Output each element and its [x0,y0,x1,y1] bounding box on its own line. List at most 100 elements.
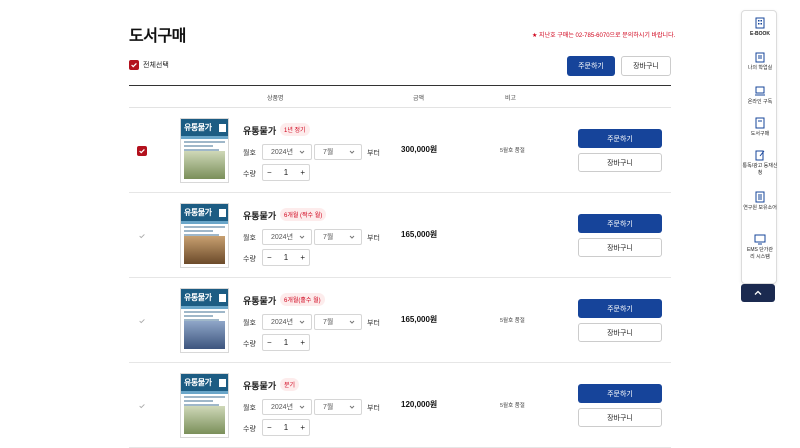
order-button[interactable]: 주문하기 [578,214,662,233]
qty-value[interactable]: 1 [284,168,288,177]
side-item-my-study[interactable]: 나의 학업실 [742,51,778,72]
month-select[interactable]: 7월 [314,144,362,160]
chevron-down-icon [349,150,355,154]
product-row: 유통물가 유통물가 6개월 (짝수 월) 월호 2024년 7월 부터 수량 −1 +165,00… [129,193,671,278]
side-label-institute: 연구원 보유소어 [743,205,777,211]
row-checkbox[interactable] [137,146,147,156]
month-select[interactable]: 7월 [314,399,362,415]
quick-menu: E-BOOK 나의 학업실 온라인 구독 도서구매 통독/광고 등재신청 연구원… [741,10,777,284]
quantity-stepper: − 1 + [262,419,310,436]
magazine-cover[interactable]: 유통물가 [180,118,229,183]
cart-button[interactable]: 장바구니 [578,408,662,427]
cover-volume-mark [219,293,226,302]
qty-decrease-button[interactable]: − [267,423,272,432]
month-select[interactable]: 7월 [314,314,362,330]
qty-decrease-button[interactable]: − [267,168,272,177]
cart-button[interactable]: 장바구니 [578,323,662,342]
side-item-institute[interactable]: 연구원 보유소어 [742,191,778,212]
product-price: 165,000원 [401,230,438,239]
year-value: 2024년 [271,149,294,156]
header-product: 상품명 [267,96,284,102]
quantity-stepper: − 1 + [262,164,310,181]
document-icon [755,191,765,203]
chevron-down-icon [299,405,305,409]
month-select[interactable]: 7월 [314,229,362,245]
cart-button[interactable]: 장바구니 [578,153,662,172]
product-name: 유통물가 [243,126,277,136]
scroll-top-button[interactable] [741,284,775,302]
qty-increase-button[interactable]: + [300,423,305,432]
product-name: 유통물가 [243,381,277,391]
row-checkbox[interactable] [137,316,147,326]
qty-label: 수량 [243,256,256,263]
book-icon [755,117,765,129]
qty-decrease-button[interactable]: − [267,253,272,262]
issue-label: 월호 [243,405,256,412]
chevron-down-icon [349,320,355,324]
product-note: 5월호 품절 [500,318,525,324]
subscription-tag: 분기 [280,378,300,391]
qty-value[interactable]: 1 [284,423,288,432]
side-label-ems: EMS 단가관리 시스템 [746,247,774,260]
magazine-cover[interactable]: 유통물가 [180,373,229,438]
side-item-online-subscription[interactable]: 온라인 구독 [742,85,778,106]
qty-value[interactable]: 1 [284,253,288,262]
row-checkbox[interactable] [137,231,147,241]
cart-selected-button[interactable]: 장바구니 [621,56,671,76]
order-button[interactable]: 주문하기 [578,299,662,318]
side-label-my-study: 나의 학업실 [747,65,773,71]
issue-label: 월호 [243,320,256,327]
qty-value[interactable]: 1 [284,338,288,347]
cover-volume-mark [219,378,226,387]
month-value: 7월 [323,319,334,326]
product-row: 유통물가 유통물가 1년 정기 월호 2024년 7월 부터 수량 −1 +300,000원 5월호… [129,108,671,193]
magazine-cover[interactable]: 유통물가 [180,203,229,268]
cover-title: 유통물가 [184,293,212,302]
side-label-ad-application: 통독/광고 등재신청 [742,163,778,176]
product-row: 유통물가 유통물가 분기 월호 2024년 7월 부터 수량 −1 +120,000원 5월호 품절… [129,363,671,448]
product-name: 유통물가 [243,296,277,306]
quantity-stepper: − 1 + [262,334,310,351]
check-icon [139,234,145,239]
year-select[interactable]: 2024년 [262,314,312,330]
quantity-stepper: − 1 + [262,249,310,266]
building-icon [755,17,765,29]
year-select[interactable]: 2024년 [262,229,312,245]
order-button[interactable]: 주문하기 [578,384,662,403]
product-note: 5월호 품절 [500,403,525,409]
folder-icon [755,52,765,63]
year-select[interactable]: 2024년 [262,399,312,415]
cover-title: 유통물가 [184,123,212,132]
subscription-tag: 1년 정기 [280,123,310,136]
select-all-checkbox[interactable] [129,60,139,70]
qty-increase-button[interactable]: + [300,168,305,177]
cover-title: 유통물가 [184,378,212,387]
product-name: 유통물가 [243,211,277,221]
pen-icon [755,150,765,161]
qty-increase-button[interactable]: + [300,338,305,347]
row-checkbox[interactable] [137,401,147,411]
qty-label: 수량 [243,171,256,178]
from-label: 부터 [367,235,380,242]
year-select[interactable]: 2024년 [262,144,312,160]
order-selected-button[interactable]: 주문하기 [567,56,615,76]
header-note: 비고 [505,96,517,102]
qty-decrease-button[interactable]: − [267,338,272,347]
side-label-ebook: E-BOOK [750,31,770,37]
issue-label: 월호 [243,150,256,157]
cover-volume-mark [219,208,226,217]
magazine-cover[interactable]: 유통물가 [180,288,229,353]
side-item-ems[interactable]: EMS 단가관리 시스템 [742,233,778,261]
check-icon [139,404,145,409]
cart-button[interactable]: 장바구니 [578,238,662,257]
side-item-ad-application[interactable]: 통독/광고 등재신청 [742,149,778,177]
check-icon [139,319,145,324]
select-all[interactable]: 전체선택 [129,60,169,70]
month-value: 7월 [323,234,334,241]
order-button[interactable]: 주문하기 [578,129,662,148]
side-item-book-purchase[interactable]: 도서구매 [742,117,778,138]
subscription-tag: 6개월(홀수 월) [280,293,325,306]
qty-increase-button[interactable]: + [300,253,305,262]
side-item-ebook[interactable]: E-BOOK [742,17,778,38]
product-row: 유통물가 유통물가 6개월(홀수 월) 월호 2024년 7월 부터 수량 −1 +165,000… [129,278,671,363]
